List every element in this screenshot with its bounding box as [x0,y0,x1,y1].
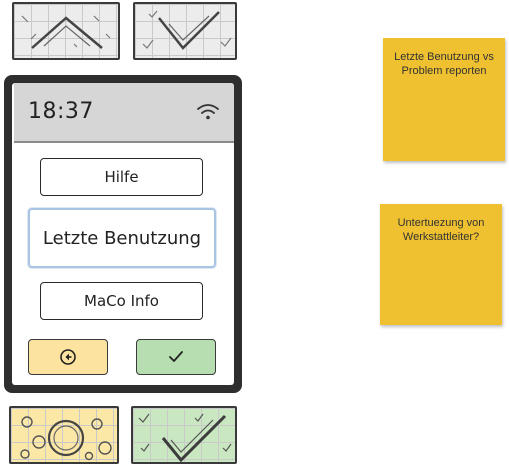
back-arrow-circle-icon [60,349,76,365]
sticky-note-text: Untertuezung von Werkstattleiter? [397,217,485,244]
checkmark-icon [169,351,183,362]
sketch-thumbnail-check[interactable] [133,2,237,60]
status-bar: 18:37 [14,83,234,143]
checkmark-sketch-icon [138,413,232,462]
maco-info-button-label: MaCo Info [84,292,159,310]
confirm-button[interactable] [136,339,216,375]
sketch-thumbnail-circles[interactable] [9,406,119,464]
help-button-label: Hilfe [104,168,139,186]
sketch-thumbnail-up-arrow[interactable] [12,2,120,60]
checkmark-sketch-icon [142,10,232,50]
wifi-icon [197,104,219,120]
sticky-note: Letzte Benutzung vs Problem reporten [383,38,505,161]
last-usage-button-label: Letzte Benutzung [42,227,202,249]
device-frame: 18:37 Hilfe Letzte Benutzung MaCo Info [4,75,242,393]
chevron-up-sketch-icon [21,15,111,49]
last-usage-button[interactable]: Letzte Benutzung [28,208,216,268]
back-button[interactable] [28,339,108,375]
sticky-note: Untertuezung von Werkstattleiter? [380,204,502,325]
circles-sketch-icon [20,416,112,461]
clock: 18:37 [28,99,94,124]
maco-info-button[interactable]: MaCo Info [40,282,203,320]
device-screen: 18:37 Hilfe Letzte Benutzung MaCo Info [12,83,234,385]
help-button[interactable]: Hilfe [40,158,203,196]
sticky-note-text: Letzte Benutzung vs Problem reporten [394,51,494,78]
sketch-thumbnail-check-green[interactable] [131,406,237,464]
